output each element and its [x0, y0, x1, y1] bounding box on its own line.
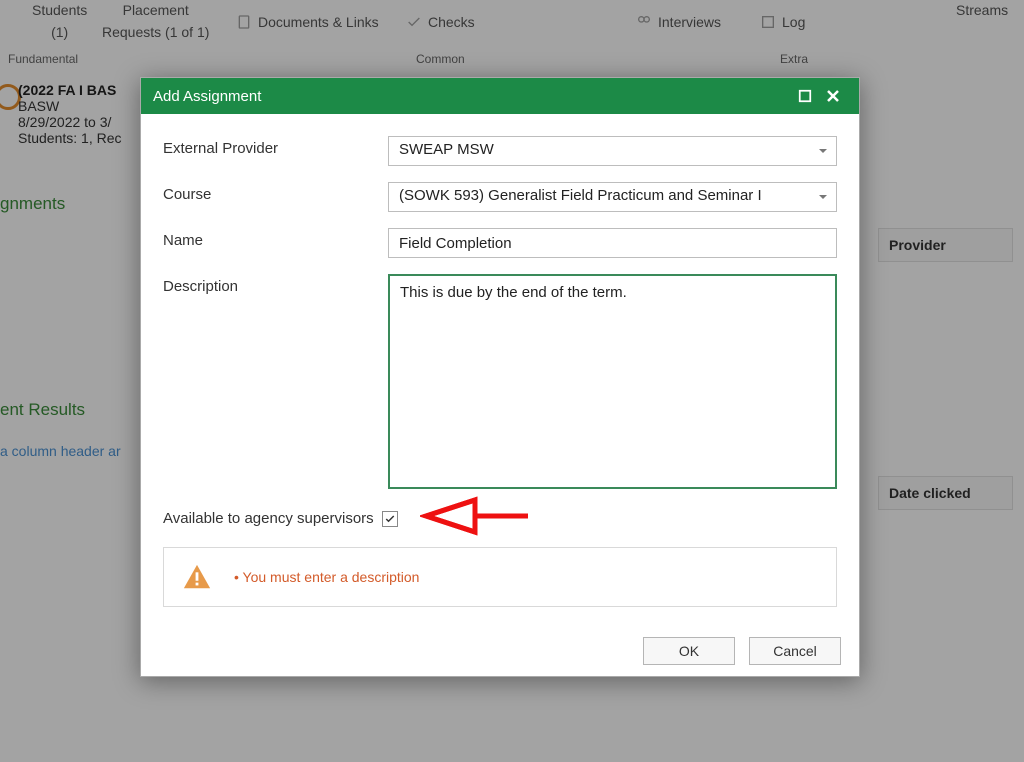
close-button[interactable] — [819, 82, 847, 110]
close-icon — [825, 88, 841, 104]
dialog-titlebar[interactable]: Add Assignment — [141, 78, 859, 114]
warning-message: • You must enter a description — [234, 569, 419, 585]
name-input[interactable] — [388, 228, 837, 258]
ok-button[interactable]: OK — [643, 637, 735, 665]
checkmark-icon — [384, 513, 396, 525]
external-provider-value: SWEAP MSW — [399, 141, 494, 158]
maximize-button[interactable] — [791, 82, 819, 110]
label-description: Description — [163, 274, 388, 295]
external-provider-select[interactable]: SWEAP MSW — [388, 136, 837, 166]
cancel-button[interactable]: Cancel — [749, 637, 841, 665]
label-course: Course — [163, 182, 388, 203]
validation-warning: • You must enter a description — [163, 547, 837, 607]
available-checkbox[interactable] — [382, 511, 398, 527]
add-assignment-dialog: Add Assignment External Provider SWEAP M… — [140, 77, 860, 677]
label-available: Available to agency supervisors — [163, 510, 374, 527]
label-name: Name — [163, 228, 388, 249]
cancel-button-label: Cancel — [773, 643, 817, 659]
maximize-icon — [798, 89, 812, 103]
ok-button-label: OK — [679, 643, 699, 659]
warning-icon — [182, 562, 212, 592]
dialog-title: Add Assignment — [153, 88, 261, 105]
label-external-provider: External Provider — [163, 136, 388, 157]
course-select[interactable]: (SOWK 593) Generalist Field Practicum an… — [388, 182, 837, 212]
description-textarea[interactable] — [388, 274, 837, 489]
course-value: (SOWK 593) Generalist Field Practicum an… — [399, 187, 762, 204]
